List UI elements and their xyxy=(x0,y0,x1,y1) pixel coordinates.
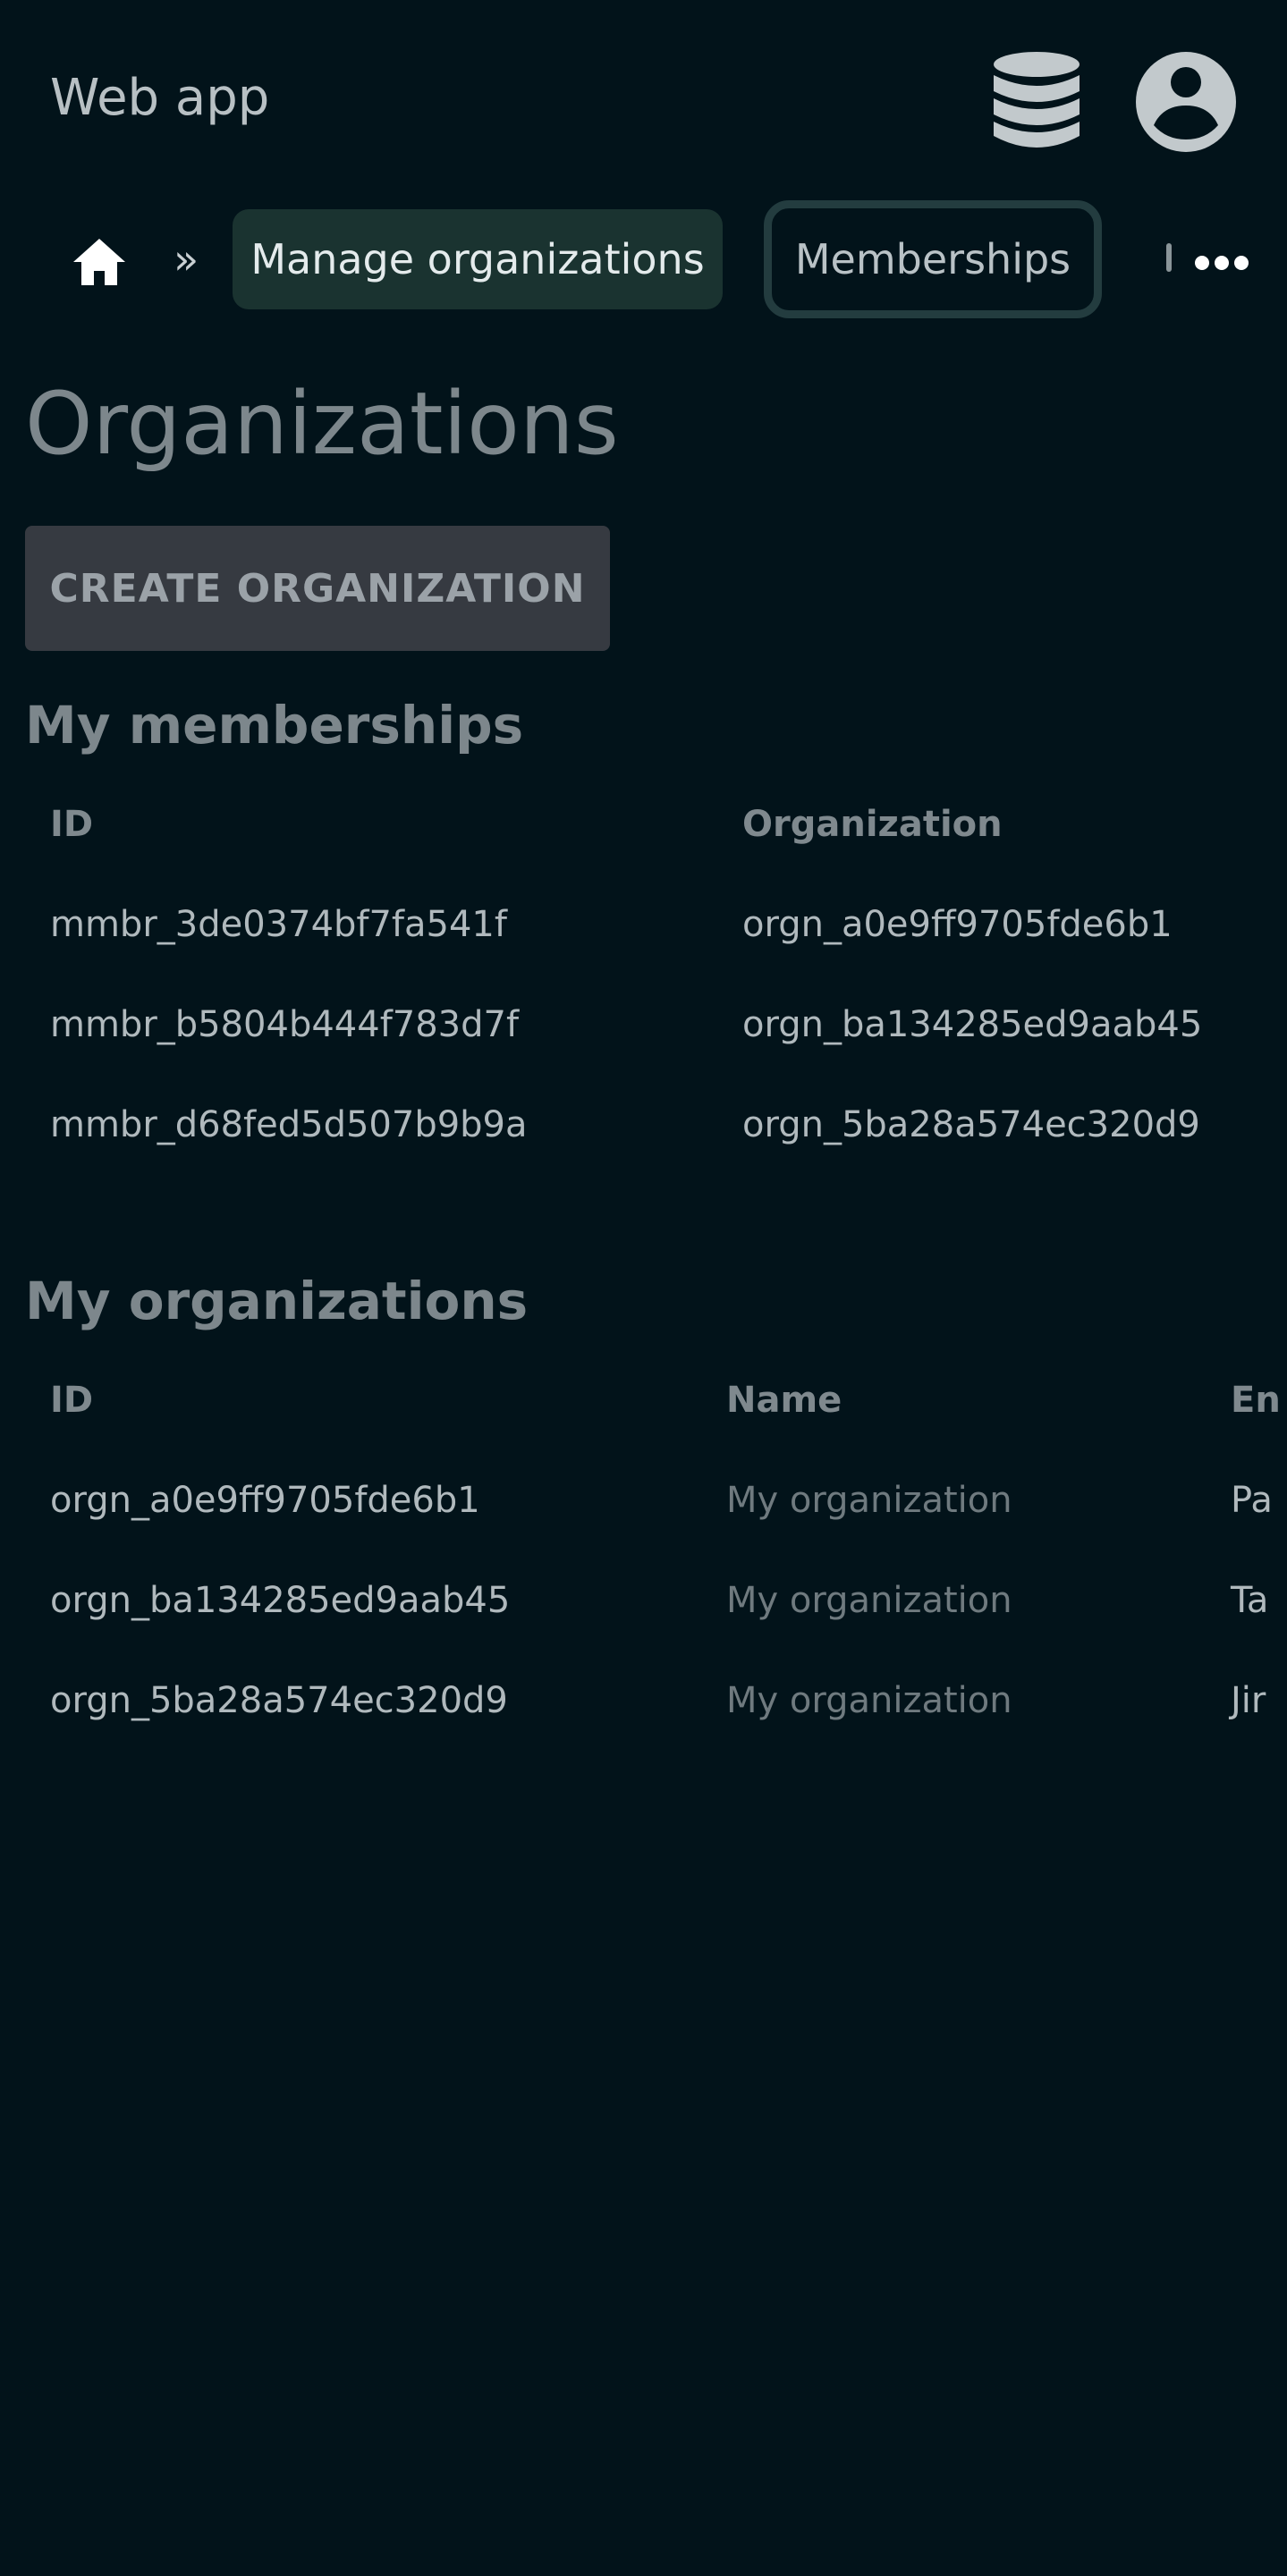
organization-name-cell: My organization xyxy=(726,1680,1012,1721)
column-header-id[interactable]: ID xyxy=(50,1350,93,1450)
organization-id-cell: orgn_ba134285ed9aab45 xyxy=(50,1580,511,1621)
breadcrumb: » Manage organizations Memberships xyxy=(0,198,1287,318)
organizations-section-title: My organizations xyxy=(25,1271,529,1331)
home-button[interactable] xyxy=(72,234,127,290)
breadcrumb-manage-organizations[interactable]: Manage organizations xyxy=(233,209,723,309)
organization-truncated-cell: Jir xyxy=(1231,1680,1266,1721)
organization-truncated-cell: Ta xyxy=(1231,1580,1269,1621)
table-row[interactable]: orgn_ba134285ed9aab45 My organization Ta xyxy=(0,1550,1287,1651)
organizations-table: ID Name En orgn_a0e9ff9705fde6b1 My orga… xyxy=(0,1350,1287,1751)
organization-name-cell: My organization xyxy=(726,1480,1012,1521)
memberships-section-title: My memberships xyxy=(25,695,524,756)
home-icon xyxy=(73,239,125,285)
account-button[interactable] xyxy=(1130,46,1241,157)
column-header-truncated[interactable]: En xyxy=(1231,1350,1281,1450)
table-row[interactable]: mmbr_b5804b444f783d7f orgn_ba134285ed9aa… xyxy=(0,975,1287,1075)
organization-id-cell: orgn_5ba28a574ec320d9 xyxy=(50,1680,508,1721)
create-organization-button[interactable]: CREATE ORGANIZATION xyxy=(25,526,610,651)
breadcrumb-memberships[interactable]: Memberships xyxy=(764,200,1102,318)
more-horizontal-icon xyxy=(1195,256,1249,270)
organization-id-cell: orgn_a0e9ff9705fde6b1 xyxy=(50,1480,480,1521)
table-row[interactable]: mmbr_3de0374bf7fa541f orgn_a0e9ff9705fde… xyxy=(0,874,1287,975)
database-icon xyxy=(994,52,1080,148)
membership-id-cell: mmbr_b5804b444f783d7f xyxy=(50,1004,520,1045)
table-row[interactable]: mmbr_d68fed5d507b9b9a orgn_5ba28a574ec32… xyxy=(0,1075,1287,1175)
account-circle-icon xyxy=(1136,52,1236,152)
column-header-id[interactable]: ID xyxy=(50,774,93,874)
membership-id-cell: mmbr_3de0374bf7fa541f xyxy=(50,904,507,945)
more-button[interactable] xyxy=(1184,231,1259,295)
breadcrumb-overflow-item xyxy=(1166,243,1172,272)
column-header-organization[interactable]: Organization xyxy=(742,774,1003,874)
breadcrumb-separator: » xyxy=(174,235,199,283)
column-header-name[interactable]: Name xyxy=(726,1350,842,1450)
organization-name-cell: My organization xyxy=(726,1580,1012,1621)
table-header-row: ID Name En xyxy=(0,1350,1287,1450)
memberships-table: ID Organization mmbr_3de0374bf7fa541f or… xyxy=(0,774,1287,1175)
membership-organization-cell: orgn_5ba28a574ec320d9 xyxy=(742,1104,1200,1145)
app-header: Web app xyxy=(0,0,1287,200)
table-row[interactable]: orgn_5ba28a574ec320d9 My organization Ji… xyxy=(0,1651,1287,1751)
app-title: Web app xyxy=(50,69,270,127)
table-row[interactable]: orgn_a0e9ff9705fde6b1 My organization Pa xyxy=(0,1450,1287,1550)
table-header-row: ID Organization xyxy=(0,774,1287,874)
database-button[interactable] xyxy=(984,46,1089,154)
organization-truncated-cell: Pa xyxy=(1231,1480,1273,1521)
membership-id-cell: mmbr_d68fed5d507b9b9a xyxy=(50,1104,528,1145)
membership-organization-cell: orgn_a0e9ff9705fde6b1 xyxy=(742,904,1173,945)
page-title: Organizations xyxy=(25,374,619,474)
membership-organization-cell: orgn_ba134285ed9aab45 xyxy=(742,1004,1203,1045)
